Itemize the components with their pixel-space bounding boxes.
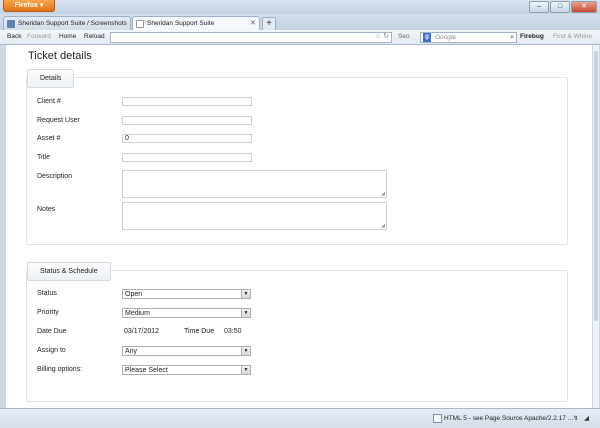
- resize-grip-icon[interactable]: ◢: [381, 223, 385, 229]
- billing-select[interactable]: Please Select ▼: [122, 365, 251, 375]
- firefox-menu-button[interactable]: Firefox ▾: [3, 0, 55, 12]
- date-due-field[interactable]: 03/17/2012: [124, 328, 159, 335]
- client-field[interactable]: [122, 97, 252, 106]
- find-button[interactable]: Find & Whine: [553, 30, 592, 44]
- chevron-down-icon: ▼: [241, 366, 250, 374]
- chevron-down-icon: ▼: [241, 309, 250, 317]
- assign-to-select[interactable]: Any ▼: [122, 346, 251, 356]
- close-tab-icon[interactable]: ✕: [250, 17, 256, 30]
- priority-select[interactable]: Medium ▼: [122, 308, 251, 318]
- html5-status[interactable]: HTML 5 - see Page Source: [444, 409, 523, 428]
- window-controls: – □ ✕: [529, 1, 597, 13]
- page-favicon-icon: [7, 20, 15, 28]
- maximize-button[interactable]: □: [550, 1, 570, 13]
- vertical-scrollbar[interactable]: [592, 45, 599, 408]
- request-user-label: Request User: [37, 117, 80, 124]
- resize-grip-icon: ◢: [584, 415, 589, 422]
- status-schedule-legend: Status & Schedule: [27, 262, 111, 281]
- priority-label: Priority: [37, 309, 59, 316]
- reload-button[interactable]: Reload: [84, 30, 105, 44]
- details-legend: Details: [27, 69, 75, 88]
- home-button[interactable]: Home: [59, 30, 76, 44]
- firebug-button[interactable]: Firebug: [520, 30, 544, 44]
- asset-field[interactable]: 0: [122, 134, 252, 143]
- status-select[interactable]: Open ▼: [122, 289, 251, 299]
- address-bar[interactable]: ☆ ↻: [110, 32, 392, 43]
- back-button[interactable]: Back: [7, 30, 21, 44]
- tab-bar: Sheridan Support Suite / Screenshots She…: [0, 14, 600, 31]
- description-textarea[interactable]: ◢: [122, 170, 387, 198]
- scrollbar-thumb[interactable]: [594, 51, 598, 321]
- date-due-label: Date Due: [37, 328, 67, 335]
- search-icon[interactable]: ⌕: [510, 33, 514, 42]
- description-label: Description: [37, 173, 73, 180]
- client-label: Client #: [37, 98, 61, 105]
- refresh-icon[interactable]: ↻: [383, 32, 389, 40]
- addon-icon[interactable]: ↯: [573, 409, 578, 428]
- details-section: Details Client # Request User Asset # 0 …: [26, 69, 568, 245]
- resize-grip-icon[interactable]: ◢: [381, 191, 385, 197]
- notes-label: Notes: [37, 206, 56, 213]
- title-label: Title: [37, 154, 50, 161]
- status-selected-value: Open: [125, 291, 143, 298]
- page-content: Ticket details Details Client # Request …: [6, 45, 592, 408]
- search-placeholder: Google: [435, 34, 456, 41]
- priority-selected-value: Medium: [125, 310, 150, 317]
- tab-support-suite[interactable]: Sheridan Support Suite ✕: [132, 16, 260, 30]
- tab-screenshots[interactable]: Sheridan Support Suite / Screenshots: [3, 16, 131, 30]
- chevron-down-icon: ▼: [241, 290, 250, 298]
- assign-to-label: Assign to: [37, 347, 66, 354]
- bookmark-star-icon[interactable]: ☆: [375, 32, 381, 40]
- time-due-label: Time Due: [184, 328, 215, 335]
- title-bar: Firefox ▾ – □ ✕: [0, 0, 600, 14]
- seo-button[interactable]: Seo: [398, 30, 410, 44]
- billing-label: Billing options:: [37, 366, 83, 373]
- html5-icon[interactable]: [433, 414, 442, 423]
- chevron-down-icon: ▼: [241, 347, 250, 355]
- title-field[interactable]: [122, 153, 252, 162]
- minimize-button[interactable]: –: [529, 1, 549, 13]
- server-status: Apache/2.2.17 ...: [524, 415, 574, 422]
- asset-label: Asset #: [37, 135, 61, 142]
- page-title: Ticket details: [28, 50, 92, 62]
- time-due-field[interactable]: 03:50: [224, 328, 242, 335]
- navigation-bar: Back Forward Home Reload ☆ ↻ Seo g Googl…: [0, 30, 600, 45]
- status-bar: HTML 5 - see Page Source Apache/2.2.17 .…: [0, 408, 600, 428]
- assign-to-selected-value: Any: [125, 348, 138, 355]
- page-favicon-icon: [136, 20, 144, 28]
- search-input[interactable]: g Google ⌕: [420, 32, 517, 43]
- request-user-field[interactable]: [122, 116, 252, 125]
- forward-button[interactable]: Forward: [27, 30, 51, 44]
- close-window-button[interactable]: ✕: [571, 1, 597, 13]
- google-icon[interactable]: g: [423, 33, 431, 42]
- firefox-menu-label: Firefox: [14, 2, 38, 9]
- tab-label: Sheridan Support Suite / Screenshots: [18, 20, 127, 27]
- billing-selected-value: Please Select: [125, 367, 168, 374]
- notes-textarea[interactable]: ◢: [122, 202, 387, 230]
- new-tab-button[interactable]: +: [262, 17, 276, 31]
- status-schedule-section: Status & Schedule Status Open ▼ Priority…: [26, 262, 568, 402]
- tab-label: Sheridan Support Suite: [147, 20, 215, 27]
- status-label: Status: [37, 290, 57, 297]
